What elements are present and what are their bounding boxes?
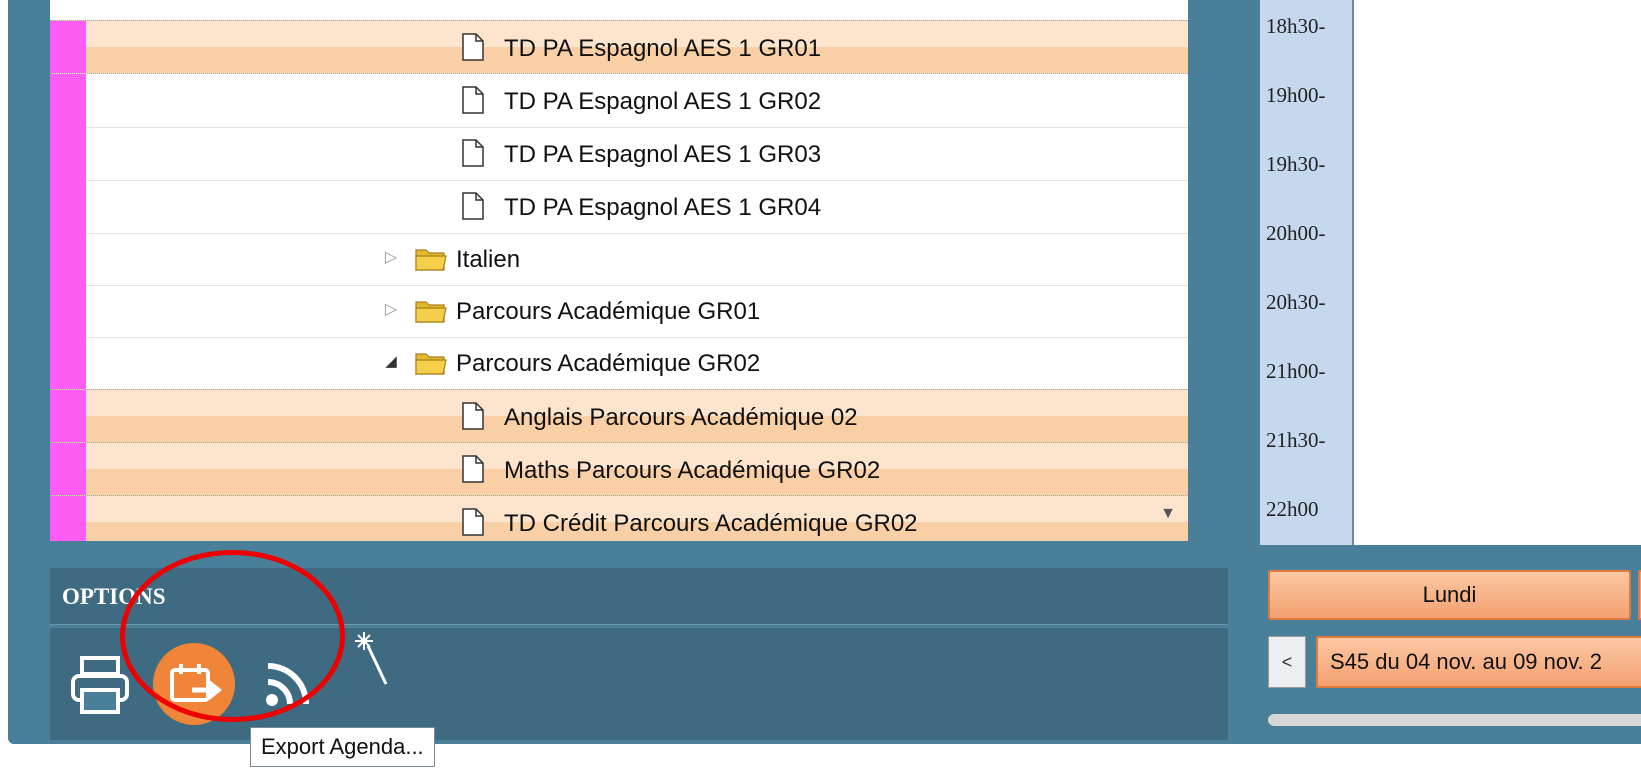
print-icon[interactable] — [70, 654, 130, 716]
expand-arrow-icon[interactable]: ▷ — [384, 300, 398, 320]
tree-file-row[interactable]: TD Crédit Parcours Académique GR02 — [50, 495, 1188, 541]
tree-row-label: TD PA Espagnol AES 1 GR02 — [504, 88, 822, 115]
tree-file-row[interactable]: TD PA Espagnol AES 1 GR04 — [50, 180, 1188, 234]
schedule-grid — [1354, 0, 1641, 545]
row-color-marker — [50, 284, 86, 337]
tree-folder-row[interactable]: ▷ Parcours Académique GR01 — [50, 284, 1188, 338]
tree-row-label: TD PA Espagnol AES 1 GR01 — [504, 35, 822, 62]
row-color-marker — [50, 390, 86, 442]
document-icon — [462, 192, 484, 220]
tree-folder-row[interactable]: ▷ Italien — [50, 232, 1188, 286]
day-button[interactable]: Lundi — [1268, 570, 1631, 620]
tree-row-label: TD Crédit Parcours Académique GR02 — [504, 510, 918, 537]
folder-icon — [414, 348, 448, 376]
time-label: 22h00 — [1266, 497, 1319, 521]
week-scrollbar[interactable] — [1268, 714, 1641, 726]
row-color-marker — [50, 74, 86, 127]
magic-wand-icon[interactable] — [350, 628, 396, 688]
collapse-arrow-icon[interactable]: ◢ — [384, 352, 398, 372]
prev-week-button[interactable]: < — [1268, 636, 1306, 688]
row-color-marker — [50, 232, 86, 285]
tree-file-row[interactable]: TD PA Espagnol AES 1 GR02 — [50, 74, 1188, 128]
tree-row-label: Anglais Parcours Académique 02 — [504, 404, 858, 431]
time-label: 20h30- — [1266, 290, 1326, 314]
row-color-marker — [50, 127, 86, 180]
document-icon — [462, 86, 484, 114]
tree-file-row[interactable]: Anglais Parcours Académique 02 — [50, 389, 1188, 443]
tree-row-label: Parcours Académique GR02 — [456, 350, 761, 377]
time-label: 20h00- — [1266, 221, 1326, 245]
time-label: 21h00- — [1266, 359, 1326, 383]
tree-row-label: TD PA Espagnol AES 1 GR04 — [504, 194, 822, 221]
annotation-circle — [120, 550, 345, 722]
document-icon — [462, 33, 484, 61]
time-label: 19h00- — [1266, 83, 1326, 107]
tree-top-strip — [50, 0, 1188, 14]
tree-file-row[interactable]: TD PA Espagnol AES 1 GR03 — [50, 127, 1188, 181]
tree-row-label: Parcours Académique GR01 — [456, 298, 761, 325]
row-color-marker — [50, 496, 86, 541]
tree-row-label: Italien — [456, 246, 521, 273]
tree-panel: TD PA Espagnol AES 1 GR01 TD PA Espagnol … — [50, 0, 1188, 541]
tree-file-row[interactable]: TD PA Espagnol AES 1 GR01 — [50, 20, 1188, 74]
scroll-down-arrow-icon[interactable]: ▼ — [1158, 505, 1178, 522]
export-tooltip: Export Agenda... — [250, 727, 435, 767]
document-icon — [462, 508, 484, 536]
time-label: 19h30- — [1266, 152, 1326, 176]
time-label: 18h30- — [1266, 14, 1326, 38]
time-column: 18h30- 19h00- 19h30- 20h00- 20h30- 21h00- 21h3… — [1260, 0, 1354, 545]
document-icon — [462, 139, 484, 167]
tree-row-label: Maths Parcours Académique GR02 — [504, 457, 881, 484]
folder-icon — [414, 244, 448, 272]
row-color-marker — [50, 180, 86, 233]
time-label: 21h30- — [1266, 428, 1326, 452]
row-color-marker — [50, 21, 86, 73]
tree-folder-row[interactable]: ◢ Parcours Académique GR02 — [50, 336, 1188, 390]
tree-file-row[interactable]: Maths Parcours Académique GR02 — [50, 442, 1188, 496]
document-icon — [462, 455, 484, 483]
tree-row-label: TD PA Espagnol AES 1 GR03 — [504, 141, 822, 168]
document-icon — [462, 402, 484, 430]
expand-arrow-icon[interactable]: ▷ — [384, 248, 398, 268]
row-color-marker — [50, 443, 86, 495]
row-color-marker — [50, 336, 86, 389]
folder-icon — [414, 296, 448, 324]
week-selector[interactable]: S45 du 04 nov. au 09 nov. 2 — [1316, 636, 1641, 688]
